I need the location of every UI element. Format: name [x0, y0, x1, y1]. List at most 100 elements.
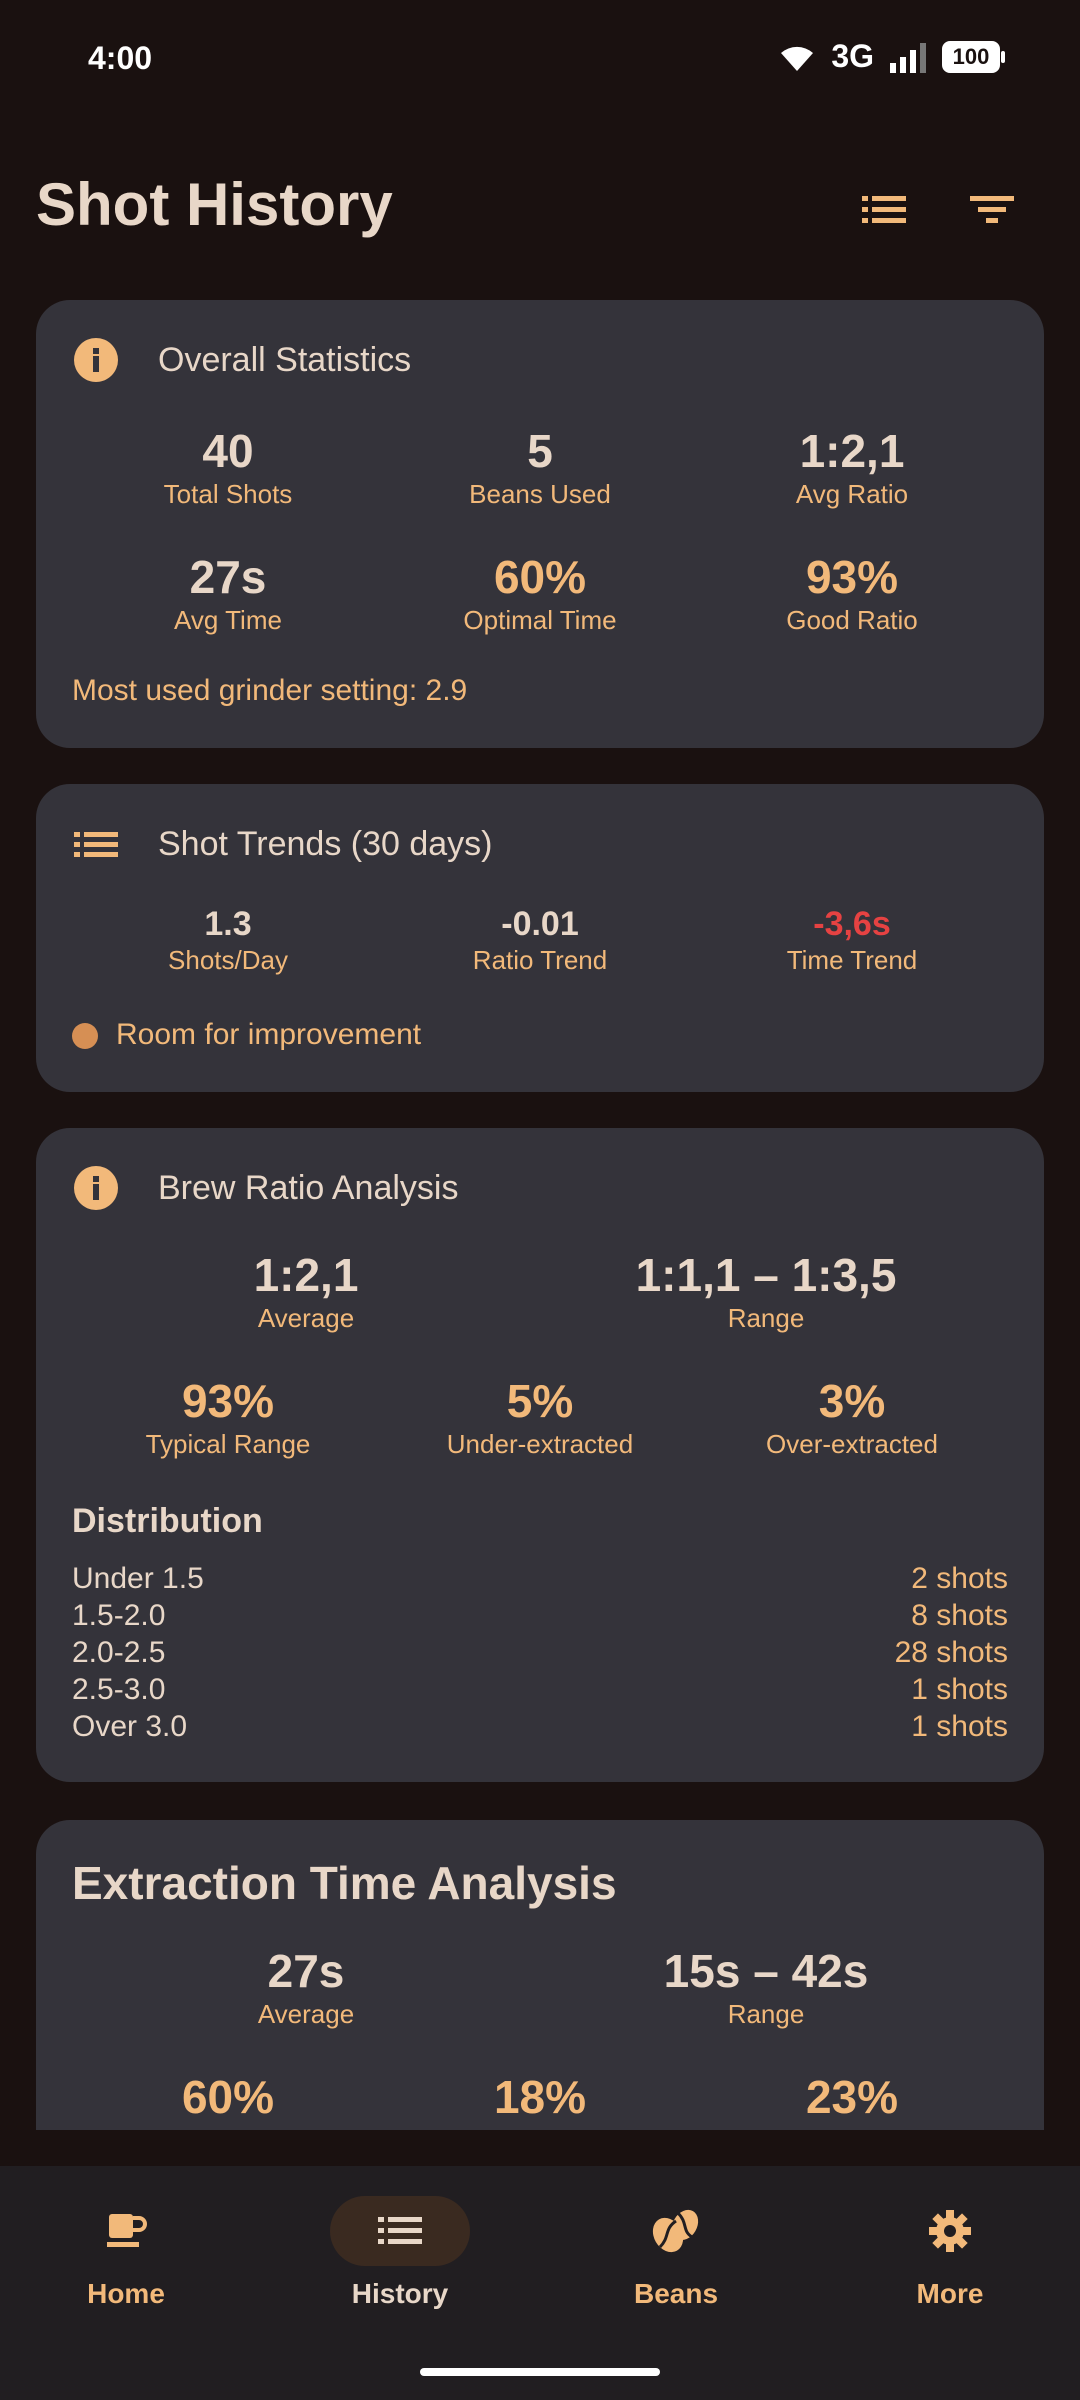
stat-value: 23% [805, 2071, 899, 2123]
nav-label: History [351, 2278, 449, 2309]
card-header: Brew Ratio Analysis [72, 1164, 458, 1212]
nav-label: More [916, 2278, 984, 2309]
stat-value: 93% [805, 551, 899, 603]
extraction-time-card: Extraction Time Analysis 27s Average 15s… [36, 1820, 1044, 2130]
trend-status: Room for improvement [72, 1018, 421, 1052]
card-title: Brew Ratio Analysis [158, 1168, 459, 1207]
distribution-bucket: Over 3.0 [72, 1710, 188, 1743]
shot-trends-card: Shot Trends (30 days) 1.3 Shots/Day -0.0… [36, 784, 1044, 1092]
stat-value: 27s [267, 1945, 345, 1997]
distribution-count: 1 shots [911, 1710, 1008, 1743]
stat-value: 1:2,1 [799, 425, 905, 477]
distribution-bucket: Under 1.5 [72, 1562, 204, 1595]
card-header: Shot Trends (30 days) [72, 820, 493, 868]
nav-beans[interactable]: Beans [586, 2196, 766, 2310]
coffee-bean-icon [652, 2209, 699, 2253]
distribution-count: 1 shots [911, 1673, 1008, 1706]
stat-label: Range [727, 1302, 805, 1333]
avg-ratio-stat: 1:2,1 Avg Ratio [692, 426, 1012, 510]
stat-label: Range [727, 1998, 805, 2029]
distribution-bucket: 2.5-3.0 [72, 1673, 166, 1706]
nav-more[interactable]: More [860, 2196, 1040, 2310]
list-icon [378, 2217, 422, 2244]
card-title: Overall Statistics [158, 340, 412, 379]
ratio-average-stat: 1:2,1 Average [146, 1250, 466, 1334]
status-dot-icon [72, 1023, 98, 1050]
stat-value: 18% [493, 2071, 587, 2123]
card-title: Extraction Time Analysis [72, 1857, 617, 1909]
nav-icon-container [330, 2196, 470, 2266]
distribution-bucket: 1.5-2.0 [72, 1599, 166, 1632]
under-extracted-stat: 5% Under-extracted [380, 1376, 700, 1460]
stat-value: -3,6s [813, 905, 891, 943]
stat-label: Time Trend [786, 945, 918, 976]
beans-used-stat: 5 Beans Used [380, 426, 700, 510]
stat-value: 60% [493, 551, 587, 603]
bottom-navigation: Home History Beans More [0, 2166, 1080, 2400]
stat-label: Avg Time [174, 604, 282, 635]
distribution-count: 2 shots [911, 1562, 1008, 1595]
ratio-trend-stat: -0.01 Ratio Trend [380, 905, 700, 976]
nav-label: Beans [633, 2278, 719, 2309]
stat-label: Over-extracted [766, 1428, 938, 1459]
stat-label: Shots/Day [168, 945, 288, 976]
stat-value: 60% [181, 2071, 275, 2123]
time-percent-stat: 18% [380, 2072, 700, 2123]
distribution-row: 1.5-2.0 8 shots [72, 1599, 1008, 1633]
stat-value: 15s – 42s [663, 1945, 869, 1997]
distribution-row: Under 1.5 2 shots [72, 1562, 1008, 1596]
scroll-content[interactable]: Overall Statistics 40 Total Shots 5 Bean… [0, 0, 1080, 2130]
stat-value: 1:2,1 [253, 1249, 359, 1301]
nav-icon-container [880, 2196, 1020, 2266]
distribution-row: Over 3.0 1 shots [72, 1710, 1008, 1744]
stat-value: 93% [181, 1375, 275, 1427]
grinder-setting-note: Most used grinder setting: 2.9 [72, 674, 468, 707]
stat-label: Ratio Trend [472, 945, 608, 976]
nav-history[interactable]: History [310, 2196, 490, 2310]
over-extracted-stat: 3% Over-extracted [692, 1376, 1012, 1460]
stat-value: 27s [189, 551, 267, 603]
info-icon [72, 336, 120, 384]
typical-range-stat: 93% Typical Range [68, 1376, 388, 1460]
distribution-row: 2.5-3.0 1 shots [72, 1673, 1008, 1707]
time-percent-stat: 60% [68, 2072, 388, 2123]
nav-icon-container [606, 2196, 746, 2266]
card-title: Shot Trends (30 days) [158, 824, 493, 863]
stat-value: 1:1,1 – 1:3,5 [635, 1249, 897, 1301]
stat-label: Avg Ratio [795, 478, 909, 509]
optimal-time-stat: 60% Optimal Time [380, 552, 700, 636]
time-average-stat: 27s Average [146, 1946, 466, 2030]
time-range-stat: 15s – 42s Range [586, 1946, 946, 2030]
stat-label: Average [257, 1998, 355, 2029]
total-shots-stat: 40 Total Shots [68, 426, 388, 510]
nav-icon-container [56, 2196, 196, 2266]
time-trend-stat: -3,6s Time Trend [692, 905, 1012, 976]
stat-value: 1.3 [204, 905, 252, 943]
stat-label: Beans Used [469, 478, 611, 509]
gear-icon [929, 2210, 971, 2252]
stat-value: 3% [818, 1375, 886, 1427]
stat-value: 5 [527, 425, 553, 477]
nav-label: Home [87, 2278, 165, 2309]
nav-home[interactable]: Home [36, 2196, 216, 2310]
list-icon [72, 820, 120, 868]
distribution-row: 2.0-2.5 28 shots [72, 1636, 1008, 1670]
avg-time-stat: 27s Avg Time [68, 552, 388, 636]
stat-label: Under-extracted [446, 1428, 634, 1459]
stat-value: -0.01 [501, 905, 579, 943]
distribution-title: Distribution [72, 1502, 263, 1540]
stat-value: 5% [506, 1375, 574, 1427]
stat-label: Typical Range [145, 1428, 311, 1459]
brew-ratio-card: Brew Ratio Analysis 1:2,1 Average 1:1,1 … [36, 1128, 1044, 1782]
distribution-count: 8 shots [911, 1599, 1008, 1632]
coffee-cup-icon [107, 2214, 147, 2247]
stat-label: Average [257, 1302, 355, 1333]
trend-status-text: Room for improvement [116, 1018, 422, 1051]
time-percent-stat: 23% [692, 2072, 1012, 2123]
stat-label: Optimal Time [463, 604, 617, 635]
card-header: Overall Statistics [72, 336, 411, 384]
info-icon [72, 1164, 120, 1212]
home-indicator[interactable] [420, 2368, 660, 2376]
ratio-range-stat: 1:1,1 – 1:3,5 Range [586, 1250, 946, 1334]
shots-per-day-stat: 1.3 Shots/Day [68, 905, 388, 976]
